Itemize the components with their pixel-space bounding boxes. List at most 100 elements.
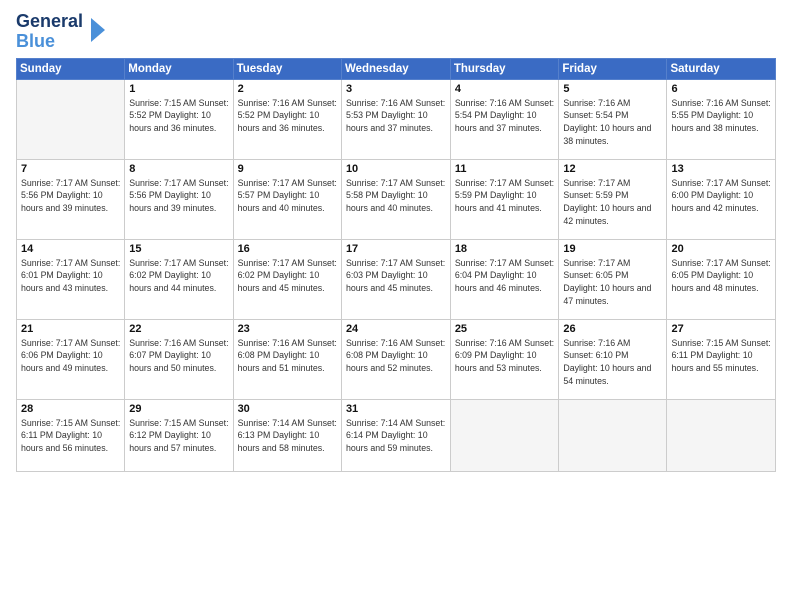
day-cell-20: 20 Sunrise: 7:17 AM Sunset: 6:05 PM Dayli…: [667, 239, 776, 319]
day-cell-5: 5Sunrise: 7:16 AM Sunset: 5:54 PM Daylig…: [559, 79, 667, 159]
day-info: Sunrise: 7:16 AM Sunset: 5:53 PM Dayligh…: [346, 97, 446, 135]
day-info: Sunrise: 7:17 AM Sunset: 5:59 PM Dayligh…: [455, 177, 555, 215]
day-info: Sunrise: 7:15 AM Sunset: 5:52 PM Dayligh…: [129, 97, 228, 135]
day-info: Sunrise: 7:16 AM Sunset: 5:54 PM Dayligh…: [455, 97, 555, 135]
day-number: 21: [21, 323, 120, 335]
day-cell-6: 6 Sunrise: 7:16 AM Sunset: 5:55 PM Daylig…: [667, 79, 776, 159]
day-number: 13: [671, 163, 771, 175]
day-cell-17: 17Sunrise: 7:17 AM Sunset: 6:03 PM Dayli…: [341, 239, 450, 319]
day-cell-24: 24Sunrise: 7:16 AM Sunset: 6:08 PM Dayli…: [341, 319, 450, 399]
day-cell-30: 30 Sunrise: 7:14 AM Sunset: 6:13 PM Dayli…: [233, 399, 341, 471]
day-info: Sunrise: 7:15 AM Sunset: 6:11 PM Dayligh…: [671, 337, 771, 375]
day-info: Sunrise: 7:17 AM Sunset: 5:59 PM Dayligh…: [563, 177, 662, 228]
day-info: Sunrise: 7:16 AM Sunset: 5:52 PM Dayligh…: [238, 97, 337, 135]
day-cell-21: 21 Sunrise: 7:17 AM Sunset: 6:06 PM Dayli…: [17, 319, 125, 399]
day-number: 10: [346, 163, 446, 175]
day-number: 15: [129, 243, 228, 255]
day-cell-28: 28Sunrise: 7:15 AM Sunset: 6:11 PM Dayli…: [17, 399, 125, 471]
day-number: 25: [455, 323, 555, 335]
day-info: Sunrise: 7:16 AM Sunset: 6:07 PM Dayligh…: [129, 337, 228, 375]
day-number: 19: [563, 243, 662, 255]
day-number: 24: [346, 323, 446, 335]
day-cell-18: 18 Sunrise: 7:17 AM Sunset: 6:04 PM Dayli…: [450, 239, 559, 319]
day-info: Sunrise: 7:17 AM Sunset: 6:05 PM Dayligh…: [563, 257, 662, 308]
day-info: Sunrise: 7:17 AM Sunset: 6:05 PM Dayligh…: [671, 257, 771, 295]
day-number: 28: [21, 403, 120, 415]
day-cell-22: 22 Sunrise: 7:16 AM Sunset: 6:07 PM Dayli…: [125, 319, 233, 399]
header: General Blue: [16, 12, 776, 52]
day-info: Sunrise: 7:17 AM Sunset: 6:01 PM Dayligh…: [21, 257, 120, 295]
day-number: 16: [238, 243, 337, 255]
day-number: 27: [671, 323, 771, 335]
day-number: 2: [238, 83, 337, 95]
week-row-2: 7 Sunrise: 7:17 AM Sunset: 5:56 PM Daylig…: [17, 159, 776, 239]
day-cell-19: 19 Sunrise: 7:17 AM Sunset: 6:05 PM Dayli…: [559, 239, 667, 319]
day-number: 7: [21, 163, 120, 175]
weekday-thursday: Thursday: [450, 58, 559, 79]
day-number: 22: [129, 323, 228, 335]
day-info: Sunrise: 7:14 AM Sunset: 6:13 PM Dayligh…: [238, 417, 337, 455]
day-info: Sunrise: 7:15 AM Sunset: 6:12 PM Dayligh…: [129, 417, 228, 455]
day-cell-15: 15 Sunrise: 7:17 AM Sunset: 6:02 PM Dayli…: [125, 239, 233, 319]
weekday-tuesday: Tuesday: [233, 58, 341, 79]
day-number: 6: [671, 83, 771, 95]
weekday-wednesday: Wednesday: [341, 58, 450, 79]
day-number: 17: [346, 243, 446, 255]
day-info: Sunrise: 7:16 AM Sunset: 5:55 PM Dayligh…: [671, 97, 771, 135]
day-number: 12: [563, 163, 662, 175]
day-cell-31: 31 Sunrise: 7:14 AM Sunset: 6:14 PM Dayli…: [341, 399, 450, 471]
day-number: 18: [455, 243, 555, 255]
day-number: 31: [346, 403, 446, 415]
calendar-table: SundayMondayTuesdayWednesdayThursdayFrid…: [16, 58, 776, 472]
empty-cell: [450, 399, 559, 471]
day-number: 8: [129, 163, 228, 175]
day-info: Sunrise: 7:17 AM Sunset: 5:58 PM Dayligh…: [346, 177, 446, 215]
weekday-saturday: Saturday: [667, 58, 776, 79]
day-number: 1: [129, 83, 228, 95]
day-cell-27: 27 Sunrise: 7:15 AM Sunset: 6:11 PM Dayli…: [667, 319, 776, 399]
day-info: Sunrise: 7:17 AM Sunset: 6:02 PM Dayligh…: [129, 257, 228, 295]
day-cell-8: 8Sunrise: 7:17 AM Sunset: 5:56 PM Daylig…: [125, 159, 233, 239]
logo-icon: [87, 16, 109, 44]
day-cell-7: 7 Sunrise: 7:17 AM Sunset: 5:56 PM Daylig…: [17, 159, 125, 239]
week-row-1: 1 Sunrise: 7:15 AM Sunset: 5:52 PM Daylig…: [17, 79, 776, 159]
logo-general: General: [16, 12, 83, 32]
week-row-3: 14 Sunrise: 7:17 AM Sunset: 6:01 PM Dayli…: [17, 239, 776, 319]
empty-cell: [17, 79, 125, 159]
logo: General Blue: [16, 12, 109, 52]
day-number: 20: [671, 243, 771, 255]
day-info: Sunrise: 7:16 AM Sunset: 6:08 PM Dayligh…: [238, 337, 337, 375]
day-number: 5: [563, 83, 662, 95]
day-info: Sunrise: 7:16 AM Sunset: 6:10 PM Dayligh…: [563, 337, 662, 388]
day-cell-11: 11Sunrise: 7:17 AM Sunset: 5:59 PM Dayli…: [450, 159, 559, 239]
day-cell-4: 4Sunrise: 7:16 AM Sunset: 5:54 PM Daylig…: [450, 79, 559, 159]
weekday-sunday: Sunday: [17, 58, 125, 79]
day-cell-1: 1 Sunrise: 7:15 AM Sunset: 5:52 PM Daylig…: [125, 79, 233, 159]
day-cell-12: 12 Sunrise: 7:17 AM Sunset: 5:59 PM Dayli…: [559, 159, 667, 239]
day-cell-25: 25Sunrise: 7:16 AM Sunset: 6:09 PM Dayli…: [450, 319, 559, 399]
day-number: 30: [238, 403, 337, 415]
day-number: 23: [238, 323, 337, 335]
day-info: Sunrise: 7:17 AM Sunset: 6:04 PM Dayligh…: [455, 257, 555, 295]
empty-cell: [667, 399, 776, 471]
page: General Blue SundayMondayTuesdayWednesda…: [0, 0, 792, 612]
day-cell-14: 14 Sunrise: 7:17 AM Sunset: 6:01 PM Dayli…: [17, 239, 125, 319]
day-cell-29: 29Sunrise: 7:15 AM Sunset: 6:12 PM Dayli…: [125, 399, 233, 471]
day-info: Sunrise: 7:17 AM Sunset: 6:06 PM Dayligh…: [21, 337, 120, 375]
day-cell-26: 26 Sunrise: 7:16 AM Sunset: 6:10 PM Dayli…: [559, 319, 667, 399]
day-info: Sunrise: 7:14 AM Sunset: 6:14 PM Dayligh…: [346, 417, 446, 455]
day-info: Sunrise: 7:17 AM Sunset: 6:02 PM Dayligh…: [238, 257, 337, 295]
day-number: 26: [563, 323, 662, 335]
week-row-5: 28Sunrise: 7:15 AM Sunset: 6:11 PM Dayli…: [17, 399, 776, 471]
day-cell-23: 23 Sunrise: 7:16 AM Sunset: 6:08 PM Dayli…: [233, 319, 341, 399]
weekday-header-row: SundayMondayTuesdayWednesdayThursdayFrid…: [17, 58, 776, 79]
week-row-4: 21 Sunrise: 7:17 AM Sunset: 6:06 PM Dayli…: [17, 319, 776, 399]
day-cell-9: 9Sunrise: 7:17 AM Sunset: 5:57 PM Daylig…: [233, 159, 341, 239]
day-cell-16: 16 Sunrise: 7:17 AM Sunset: 6:02 PM Dayli…: [233, 239, 341, 319]
day-cell-13: 13Sunrise: 7:17 AM Sunset: 6:00 PM Dayli…: [667, 159, 776, 239]
logo-blue: Blue: [16, 32, 55, 52]
empty-cell: [559, 399, 667, 471]
weekday-friday: Friday: [559, 58, 667, 79]
day-number: 14: [21, 243, 120, 255]
day-info: Sunrise: 7:17 AM Sunset: 5:56 PM Dayligh…: [21, 177, 120, 215]
